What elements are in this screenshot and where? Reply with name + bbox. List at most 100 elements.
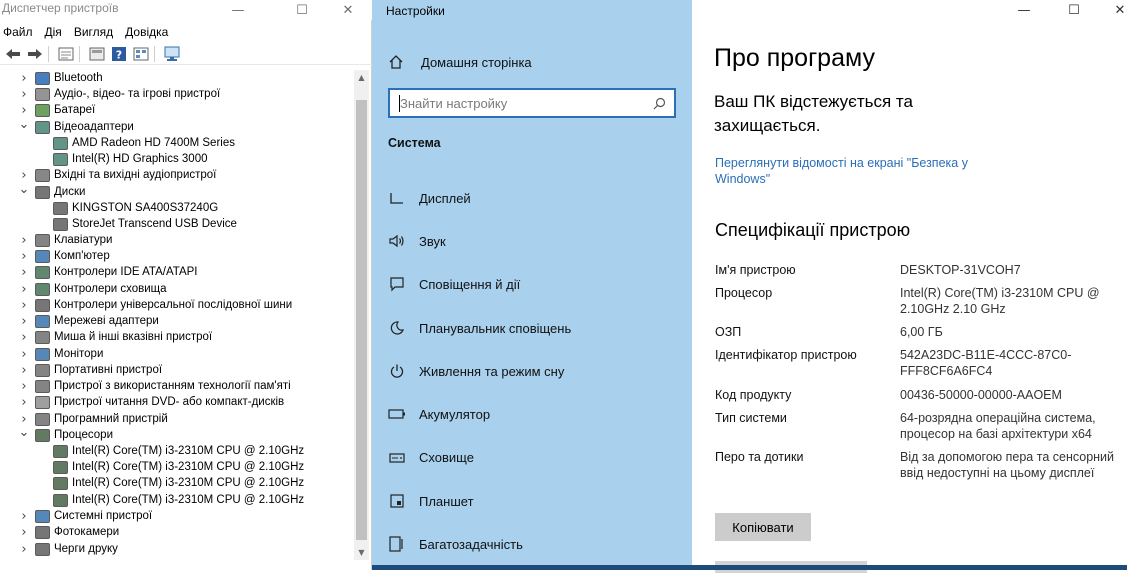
view-icon[interactable]	[132, 46, 150, 62]
chevron-right-icon[interactable]: ›	[18, 232, 30, 248]
properties-icon[interactable]	[57, 46, 75, 62]
scroll-up-arrow-icon[interactable]: ▲	[354, 70, 369, 85]
tree-node-label: Миша й інші вказівні пристрої	[54, 331, 213, 343]
chevron-right-icon[interactable]: ›	[18, 86, 30, 102]
tree-node[interactable]: › Клавіатури	[18, 232, 112, 248]
close-button[interactable]: ✕	[328, 0, 368, 20]
device-tree: › Bluetooth › Аудіо-, відео- та ігрові прис…	[0, 70, 352, 570]
tree-node-label: AMD Radeon HD 7400M Series	[72, 137, 235, 149]
usb-icon	[35, 298, 50, 312]
chevron-right-icon[interactable]: ›	[18, 362, 30, 378]
tree-node[interactable]: › Аудіо-, відео- та ігрові пристрої	[18, 86, 220, 102]
tree-node-label: Аудіо-, відео- та ігрові пристрої	[54, 88, 221, 100]
tree-node[interactable]: AMD Radeon HD 7400M Series	[37, 135, 235, 151]
chevron-right-icon[interactable]: ›	[18, 508, 30, 524]
nav-item[interactable]: Живлення та режим сну	[388, 360, 564, 382]
menu-view[interactable]: Вигляд	[71, 22, 122, 42]
tree-node[interactable]: ⌄ Диски	[18, 181, 85, 200]
tree-node[interactable]: › Контролери IDE ATA/ATAPI	[18, 264, 197, 280]
tree-node[interactable]: › Комп'ютер	[18, 248, 109, 264]
focus-assist-icon	[388, 319, 406, 337]
tree-node[interactable]: › Монітори	[18, 346, 103, 362]
tree-node[interactable]: › Миша й інші вказівні пристрої	[18, 329, 212, 345]
tree-node[interactable]: Intel(R) Core(TM) i3-2310M CPU @ 2.10GHz	[37, 475, 304, 491]
tree-node[interactable]: › Програмний пристрій	[18, 411, 167, 427]
chevron-right-icon[interactable]: ›	[18, 346, 30, 362]
menu-action[interactable]: Дія	[42, 22, 71, 42]
tree-node-label: Контролери універсальної послідовної шин…	[54, 299, 293, 311]
tree-node[interactable]: › Пристрої читання DVD- або компакт-дискі…	[18, 394, 284, 410]
scan-icon[interactable]	[163, 46, 181, 62]
taskbar-edge	[372, 565, 1127, 570]
menu-file[interactable]: Файл	[0, 22, 42, 42]
chevron-right-icon[interactable]: ›	[18, 524, 30, 540]
maximize-button[interactable]: ☐	[282, 0, 322, 20]
chevron-right-icon[interactable]: ›	[18, 264, 30, 280]
tree-node[interactable]: › Фотокамери	[18, 524, 119, 540]
section-title: Система	[388, 136, 441, 150]
tree-node[interactable]: Intel(R) HD Graphics 3000	[37, 151, 208, 167]
tree-node[interactable]: › Вхідні та вихідні аудіопристрої	[18, 167, 216, 183]
tree-node-label: Intel(R) Core(TM) i3-2310M CPU @ 2.10GHz	[72, 445, 305, 457]
mouse-icon	[35, 330, 50, 344]
menu-help[interactable]: Довідка	[122, 22, 177, 42]
chevron-down-icon[interactable]: ⌄	[18, 181, 30, 197]
back-icon[interactable]	[4, 46, 22, 62]
keyboard-icon	[35, 233, 50, 247]
settings-minimize-button[interactable]: —	[1004, 0, 1044, 20]
scrollbar-thumb[interactable]	[356, 100, 367, 540]
tree-node[interactable]: Intel(R) Core(TM) i3-2310M CPU @ 2.10GHz	[37, 459, 304, 475]
tree-node[interactable]: › Контролери сховища	[18, 281, 166, 297]
toolbar-separator	[79, 45, 80, 62]
nav-item[interactable]: Сповіщення й дії	[388, 273, 520, 295]
nav-item[interactable]: Акумулятор	[388, 403, 490, 425]
tree-scrollbar[interactable]: ▲ ▼	[354, 70, 369, 560]
tree-node[interactable]: › Bluetooth	[18, 70, 103, 86]
chevron-right-icon[interactable]: ›	[18, 394, 30, 410]
settings-close-button[interactable]: ✕	[1100, 0, 1127, 20]
nav-item[interactable]: Планувальник сповіщень	[388, 317, 571, 339]
chevron-right-icon[interactable]: ›	[18, 281, 30, 297]
spec-value: DESKTOP-31VCOH7	[900, 263, 1021, 277]
chevron-right-icon[interactable]: ›	[18, 541, 30, 557]
security-details-link[interactable]: Переглянути відомості на екрані "Безпека…	[715, 155, 1015, 187]
audio-icon	[35, 87, 50, 101]
tree-node[interactable]: ⌄ Відеоадаптери	[18, 116, 134, 135]
chevron-right-icon[interactable]: ›	[18, 70, 30, 86]
tree-node[interactable]: Intel(R) Core(TM) i3-2310M CPU @ 2.10GHz	[37, 443, 304, 459]
settings-search-input[interactable]: Знайти настройку	[388, 88, 676, 118]
scroll-down-arrow-icon[interactable]: ▼	[354, 545, 369, 560]
nav-item[interactable]: Звук	[388, 230, 446, 252]
nav-item[interactable]: Багатозадачність	[388, 533, 523, 555]
chevron-down-icon[interactable]: ⌄	[18, 116, 30, 132]
tree-node[interactable]: › Черги друку	[18, 541, 118, 557]
chevron-down-icon[interactable]: ⌄	[18, 424, 30, 440]
nav-item[interactable]: Дисплей	[388, 187, 471, 209]
tree-node[interactable]: › Пристрої з використанням технології пам…	[18, 378, 290, 394]
tree-node[interactable]: Intel(R) Core(TM) i3-2310M CPU @ 2.10GHz	[37, 492, 304, 508]
nav-item[interactable]: Планшет	[388, 490, 474, 512]
tree-node[interactable]: ⌄ Процесори	[18, 424, 113, 443]
nav-item[interactable]: Сховище	[388, 446, 474, 468]
home-nav-item[interactable]: Домашня сторінка	[388, 52, 532, 72]
tree-node[interactable]: KINGSTON SA400S37240G	[37, 200, 218, 216]
tree-node[interactable]: › Мережеві адаптери	[18, 313, 158, 329]
forward-icon[interactable]	[26, 46, 44, 62]
settings-maximize-button[interactable]: ☐	[1054, 0, 1094, 20]
chevron-right-icon[interactable]: ›	[18, 378, 30, 394]
tree-node[interactable]: › Системні пристрої	[18, 508, 152, 524]
help-icon[interactable]: ?	[110, 46, 128, 62]
tree-node[interactable]: StoreJet Transcend USB Device	[37, 216, 237, 232]
chevron-right-icon[interactable]: ›	[18, 297, 30, 313]
tree-node[interactable]: › Портативні пристрої	[18, 362, 162, 378]
tree-node-label: Bluetooth	[54, 72, 103, 84]
copy-button[interactable]: Копіювати	[715, 513, 811, 541]
update-icon[interactable]	[88, 46, 106, 62]
minimize-button[interactable]: —	[218, 0, 258, 20]
storage-icon	[35, 282, 50, 296]
chevron-right-icon[interactable]: ›	[18, 329, 30, 345]
tree-node[interactable]: › Контролери універсальної послідовної ши…	[18, 297, 292, 313]
spec-value: Від за допомогою пера та сенсорний ввід …	[900, 450, 1115, 480]
chevron-right-icon[interactable]: ›	[18, 313, 30, 329]
chevron-right-icon[interactable]: ›	[18, 248, 30, 264]
